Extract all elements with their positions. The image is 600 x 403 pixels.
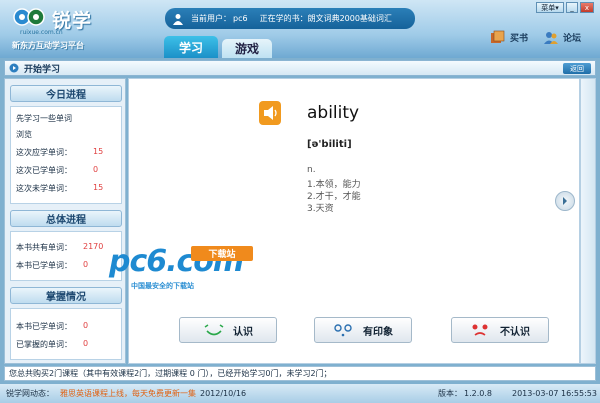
forum-label: 论坛: [563, 33, 582, 44]
word-phonetic: [ə'biliti]: [307, 139, 352, 150]
part-of-speech: n.: [307, 165, 316, 175]
today-line-2: 浏览: [16, 130, 32, 139]
dont-know-button[interactable]: 不认识: [451, 317, 549, 343]
right-scroll-strip: [580, 78, 596, 364]
today-row-label: 这次已学单词：: [16, 166, 72, 175]
current-user-bar: 当前用户： pc6 正在学的书： 朗文词典2000基础词汇: [165, 8, 415, 29]
section-title-bar: 开始学习 返回: [4, 60, 596, 76]
today-row-label: 这次未学单词：: [16, 184, 72, 193]
dont-know-label: 不认识: [500, 326, 530, 338]
vague-impression-button[interactable]: 有印象: [314, 317, 412, 343]
page-title: 开始学习: [24, 64, 61, 75]
version-value: 1.2.0.8: [464, 389, 492, 398]
word-card: ability [ə'biliti] n. 1.本领，能力 2.才干，才能 3.…: [109, 78, 580, 364]
book-label: 正在学的书：: [259, 14, 308, 23]
overall-row-label: 本书已学单词：: [16, 261, 72, 270]
mastery-heading: 掌握情况: [10, 287, 122, 304]
watermark-badge: 下载站: [191, 246, 253, 261]
user-icon: [173, 13, 183, 25]
vague-impression-label: 有印象: [363, 326, 393, 338]
window-controls: 菜单▾ _ x: [536, 2, 594, 13]
tab-game[interactable]: 游戏: [222, 39, 272, 58]
word-text: ability: [307, 103, 360, 123]
mastery-box: 本书已学单词： 0 已掌握的单词： 0: [10, 308, 122, 360]
current-datetime: 2013-03-07 16:55:53: [512, 389, 597, 398]
know-button[interactable]: 认识: [179, 317, 277, 343]
sad-face-icon: [472, 324, 488, 336]
today-progress-box: 先学习一些单词 浏览 这次应学单词： 15 这次已学单词： 0 这次未学单词： …: [10, 106, 122, 204]
user-label: 当前用户：: [191, 14, 231, 23]
today-line-1: 先学习一些单词: [16, 114, 72, 123]
minimize-button[interactable]: _: [566, 2, 578, 13]
today-progress-heading: 今日进程: [10, 85, 122, 102]
pc6-watermark: pc6.com 下载站 中国最安全的下载站: [109, 244, 289, 294]
play-circle-icon: [9, 63, 19, 73]
mastery-row-label: 已掌握的单词：: [16, 340, 72, 349]
ruixue-logo-icon: [13, 8, 45, 26]
news-label: 锐学网动态：: [6, 389, 54, 398]
neutral-face-icon: [334, 324, 352, 337]
chevron-right-icon: [563, 197, 567, 205]
mastery-row-value: 0: [83, 339, 89, 348]
next-word-button[interactable]: [555, 191, 575, 211]
watermark-subtitle: 中国最安全的下载站: [131, 282, 194, 290]
course-summary-text: 您总共购买2门课程（其中有效课程2门，过期课程 0 门），已经开始学习0门，未学…: [9, 369, 332, 378]
overall-progress-box: 本书共有单词： 2170 本书已学单词： 0: [10, 231, 122, 281]
smile-face-icon: [204, 324, 224, 336]
buy-book-label: 买书: [510, 33, 529, 44]
news-date: 2012/10/16: [200, 389, 247, 398]
know-label: 认识: [233, 326, 253, 338]
mastery-row-value: 0: [83, 321, 89, 330]
menu-button[interactable]: 菜单▾: [536, 2, 564, 13]
buy-book-icon: [491, 30, 505, 43]
definition-line: 3.天资: [307, 204, 334, 214]
back-button[interactable]: 返回: [563, 63, 591, 74]
user-name: pc6: [233, 14, 248, 23]
buy-book-link[interactable]: 买书: [490, 30, 528, 44]
logo-slogan: 新东方互动学习平台: [12, 41, 84, 50]
tab-study[interactable]: 学习: [164, 36, 218, 58]
status-bar: 锐学网动态： 雅思英语课程上线，每天免费更新一集 2012/10/16 版本： …: [0, 384, 600, 403]
logo-domain: ruixue.com.cn: [20, 29, 63, 36]
speaker-icon[interactable]: [259, 101, 281, 125]
overall-row-value: 2170: [83, 242, 104, 251]
course-summary-bar: 您总共购买2门课程（其中有效课程2门，过期课程 0 门），已经开始学习0门，未学…: [4, 366, 596, 381]
forum-link[interactable]: 论坛: [543, 30, 581, 44]
close-button[interactable]: x: [580, 2, 594, 13]
today-row-value: 15: [93, 147, 104, 156]
forum-icon: [544, 32, 558, 44]
today-row-value: 0: [93, 165, 99, 174]
mastery-row-label: 本书已学单词：: [16, 322, 72, 331]
version-label: 版本：: [438, 389, 462, 398]
progress-sidebar: 今日进程 先学习一些单词 浏览 这次应学单词： 15 这次已学单词： 0 这次未…: [4, 78, 126, 364]
today-row-value: 15: [93, 183, 104, 192]
overall-row-label: 本书共有单词：: [16, 243, 72, 252]
news-link[interactable]: 雅思英语课程上线，每天免费更新一集: [60, 388, 196, 399]
overall-progress-heading: 总体进程: [10, 210, 122, 227]
app-header: 锐学 ruixue.com.cn 新东方互动学习平台 当前用户： pc6 正在学…: [0, 0, 600, 58]
book-name: 朗文词典2000基础词汇: [307, 14, 392, 23]
overall-row-value: 0: [83, 260, 89, 269]
today-row-label: 这次应学单词：: [16, 148, 72, 157]
